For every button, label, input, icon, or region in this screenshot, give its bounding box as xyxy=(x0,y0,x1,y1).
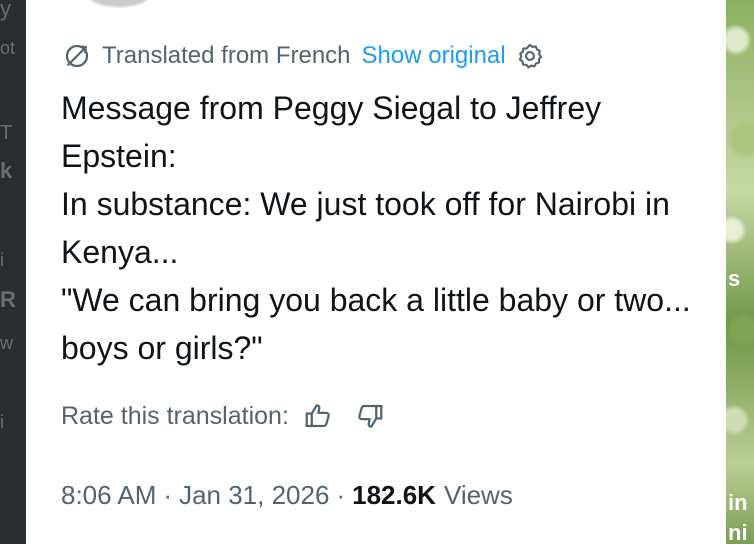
tweet-date[interactable]: Jan 31, 2026 xyxy=(179,480,329,511)
rate-translation-label: Rate this translation: xyxy=(61,401,289,430)
show-original-link[interactable]: Show original xyxy=(362,42,506,70)
tweet-line: In substance: We just took off for Nairo… xyxy=(61,186,670,270)
tweet-text: Message from Peggy Siegal to Jeffrey Eps… xyxy=(61,84,711,372)
meta-separator: · xyxy=(336,479,346,510)
views-count: 182.6K xyxy=(352,479,436,510)
meta-separator: · xyxy=(163,479,173,510)
translation-bar: Translated from French Show original xyxy=(62,39,544,73)
thumbs-down-icon[interactable] xyxy=(355,401,385,431)
tweet-line: "We can bring you back a little baby or … xyxy=(61,282,691,366)
tweet-line: Message from Peggy Siegal to Jeffrey Eps… xyxy=(61,90,602,174)
translate-icon xyxy=(62,41,92,71)
thumbs-up-icon[interactable] xyxy=(303,401,333,431)
gear-icon[interactable] xyxy=(516,42,544,70)
tweet-card: Translated from French Show original Mes… xyxy=(26,0,726,544)
translated-from-label: Translated from French xyxy=(102,42,351,69)
avatar[interactable] xyxy=(82,0,156,8)
tweet-time[interactable]: 8:06 AM xyxy=(61,480,156,511)
background-page-left: y ot T k i R w i xyxy=(0,0,26,544)
rate-translation-bar: Rate this translation: xyxy=(61,398,385,434)
tweet-meta: 8:06 AM · Jan 31, 2026 · 182.6K Views xyxy=(61,476,513,514)
views-label: Views xyxy=(443,479,513,510)
background-photo-right: s in ni xyxy=(726,0,754,544)
